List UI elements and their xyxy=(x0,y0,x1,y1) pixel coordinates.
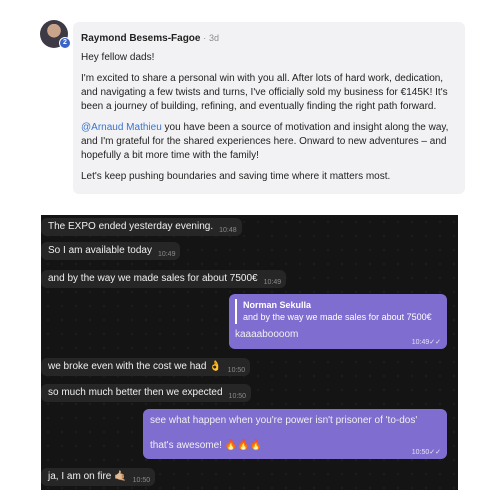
message-time: 10:49 xyxy=(157,251,176,258)
message-time: 10:49 xyxy=(263,279,282,286)
community-post: 2 Raymond Besems-Fagoe · 3d Hey fellow d… xyxy=(40,20,465,198)
message-text: kaaaaboooom xyxy=(235,329,299,340)
incoming-message[interactable]: we broke even with the cost we had 👌 10:5… xyxy=(41,358,251,376)
message-text-line-1: see what happen when you're power isn't … xyxy=(150,415,418,426)
author-name[interactable]: Raymond Besems-Fagoe xyxy=(81,33,200,44)
incoming-message[interactable]: ja, I am on fire 🤙🏼 10:50 xyxy=(41,468,156,486)
message-text: that's awesome! xyxy=(150,440,222,451)
post-greeting: Hey fellow dads! xyxy=(81,52,155,63)
message-status: 10:50✓✓ xyxy=(412,448,441,456)
message-text: So I am available today xyxy=(48,245,152,256)
message-text: The EXPO ended yesterday evening. xyxy=(48,221,214,232)
post-bubble: Raymond Besems-Fagoe · 3d Hey fellow dad… xyxy=(73,22,465,194)
message-text-line-2: that's awesome! 🔥🔥🔥 xyxy=(150,439,440,453)
message-status: 10:49✓✓ xyxy=(412,338,441,346)
incoming-message[interactable]: and by the way we made sales for about 7… xyxy=(41,270,287,288)
incoming-message[interactable]: The EXPO ended yesterday evening. 10:48 xyxy=(41,218,242,236)
post-paragraph-3: Let's keep pushing boundaries and saving… xyxy=(81,171,391,182)
incoming-message[interactable]: So I am available today 10:49 xyxy=(41,242,181,260)
post-separator: · xyxy=(203,33,207,43)
reply-quote-author: Norman Sekulla xyxy=(243,300,312,310)
message-text: we broke even with the cost we had xyxy=(48,361,207,372)
message-text: and by the way we made sales for about 7… xyxy=(48,273,258,284)
message-text: ja, I am on fire xyxy=(48,471,112,482)
post-paragraph-1: I'm excited to share a personal win with… xyxy=(81,73,448,112)
outgoing-reply-message[interactable]: Norman Sekulla and by the way we made sa… xyxy=(229,294,447,349)
message-time: 10:48 xyxy=(219,227,237,234)
read-ticks-icon: ✓✓ xyxy=(429,449,441,456)
read-ticks-icon: ✓✓ xyxy=(429,339,441,346)
outgoing-message[interactable]: see what happen when you're power isn't … xyxy=(143,409,447,459)
message-time: 10:50 xyxy=(411,449,430,456)
call-me-hand-emoji: 🤙🏼 xyxy=(114,471,127,482)
post-time[interactable]: 3d xyxy=(209,33,219,43)
post-paragraph-2: @Arnaud Mathieu you have been a source o… xyxy=(81,121,457,163)
message-text: so much much better then we expected xyxy=(48,387,223,398)
message-time: 10:50 xyxy=(132,477,151,484)
message-time: 10:50 xyxy=(228,393,247,400)
incoming-message[interactable]: so much much better then we expected 10:5… xyxy=(41,384,252,402)
user-mention[interactable]: @Arnaud Mathieu xyxy=(81,122,162,133)
fire-emoji: 🔥🔥🔥 xyxy=(224,440,263,451)
ok-hand-emoji: 👌 xyxy=(209,361,222,372)
post-header: Raymond Besems-Fagoe · 3d xyxy=(81,31,457,46)
message-time: 10:49 xyxy=(411,339,430,346)
message-time: 10:50 xyxy=(227,367,246,374)
reply-quote[interactable]: Norman Sekulla and by the way we made sa… xyxy=(235,299,441,324)
chat-screenshot: The EXPO ended yesterday evening. 10:48 S… xyxy=(41,215,458,490)
reply-quote-text: and by the way we made sales for about 7… xyxy=(243,312,432,322)
level-badge: 2 xyxy=(59,37,71,49)
